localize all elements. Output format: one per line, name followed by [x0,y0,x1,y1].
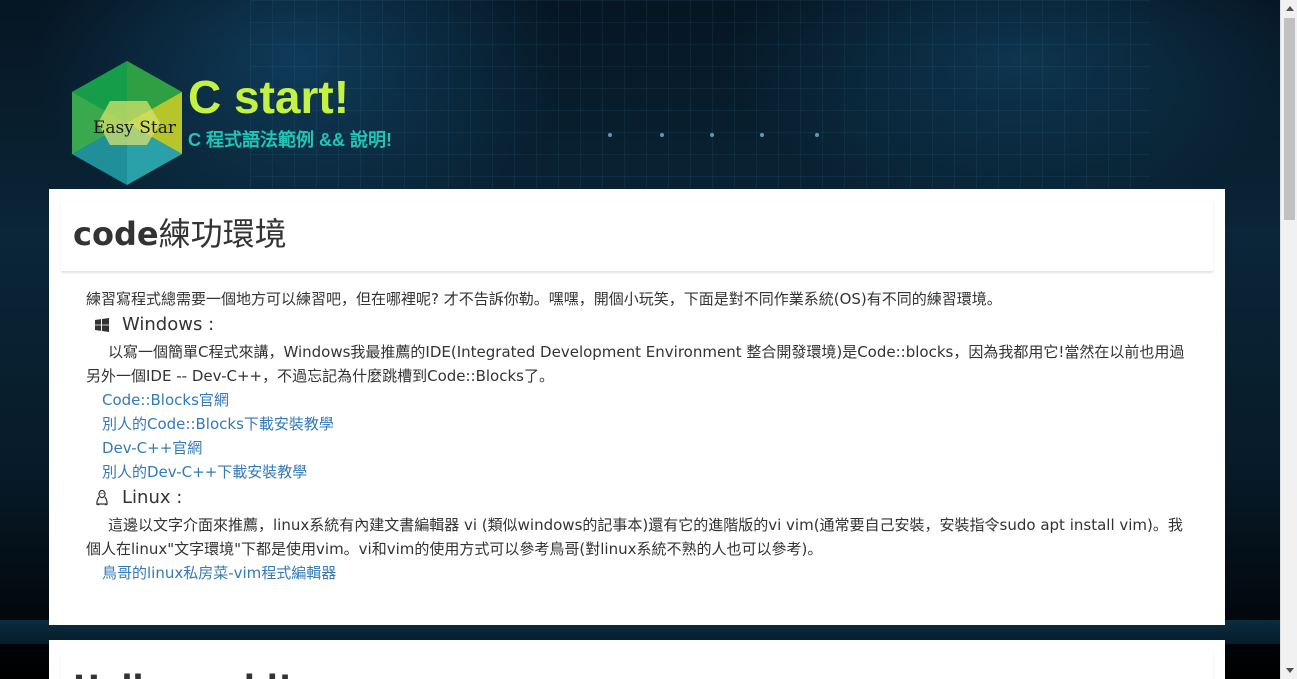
linux-paragraph: 這邊以文字介面來推薦，linux系統有內建文書編輯器 vi (類似windows… [86,516,1183,558]
link-codeblocks-tutorial[interactable]: 別人的Code::Blocks下載安裝教學 [102,412,1196,436]
scrollbar-thumb[interactable] [1284,18,1295,220]
link-devcpp-tutorial[interactable]: 別人的Dev-C++下載安裝教學 [102,460,1196,484]
linux-icon [94,490,110,506]
section-title-rest: 練功環境 [158,215,287,253]
card-body: 練習寫程式總需要一個地方可以練習吧，但在哪裡呢? 才不告訴你勒。嘿嘿，開個小玩笑… [86,287,1196,585]
site-title[interactable]: C start! [188,74,349,120]
section-2-title: Hello world! [73,668,292,679]
linux-heading-label: Linux : [122,487,183,508]
site-subtitle: C 程式語法範例 && 說明! [188,130,392,150]
content-card-2: Hello world! [49,640,1225,679]
windows-icon [94,317,110,333]
link-codeblocks-official[interactable]: Code::Blocks官網 [102,388,1196,412]
windows-paragraph: 以寫一個簡單C程式來講，Windows我最推薦的IDE(Integrated D… [86,343,1185,385]
background-grid [250,0,1150,189]
windows-links: Code::Blocks官網 別人的Code::Blocks下載安裝教學 Dev… [86,388,1196,484]
card-2-header: Hello world! [61,652,1213,679]
windows-heading-label: Windows : [122,314,215,335]
windows-heading: Windows : [86,313,1196,337]
scroll-down-icon[interactable] [1281,662,1297,679]
vertical-scrollbar[interactable] [1280,0,1297,679]
content-card: code練功環境 練習寫程式總需要一個地方可以練習吧，但在哪裡呢? 才不告訴你勒… [49,189,1225,625]
section-title-bold: code [73,215,159,253]
linux-links: 鳥哥的linux私房菜-vim程式編輯器 [86,561,1196,585]
logo-text: Easy Star [93,118,177,138]
link-vim-tutorial[interactable]: 鳥哥的linux私房菜-vim程式編輯器 [102,561,1196,585]
scroll-up-icon[interactable] [1281,0,1297,17]
card-header: code練功環境 [61,201,1213,272]
section-title: code練功環境 [73,215,287,253]
link-devcpp-official[interactable]: Dev-C++官網 [102,436,1196,460]
linux-heading: Linux : [86,486,1196,510]
intro-paragraph: 練習寫程式總需要一個地方可以練習吧，但在哪裡呢? 才不告訴你勒。嘿嘿，開個小玩笑… [86,290,1002,308]
